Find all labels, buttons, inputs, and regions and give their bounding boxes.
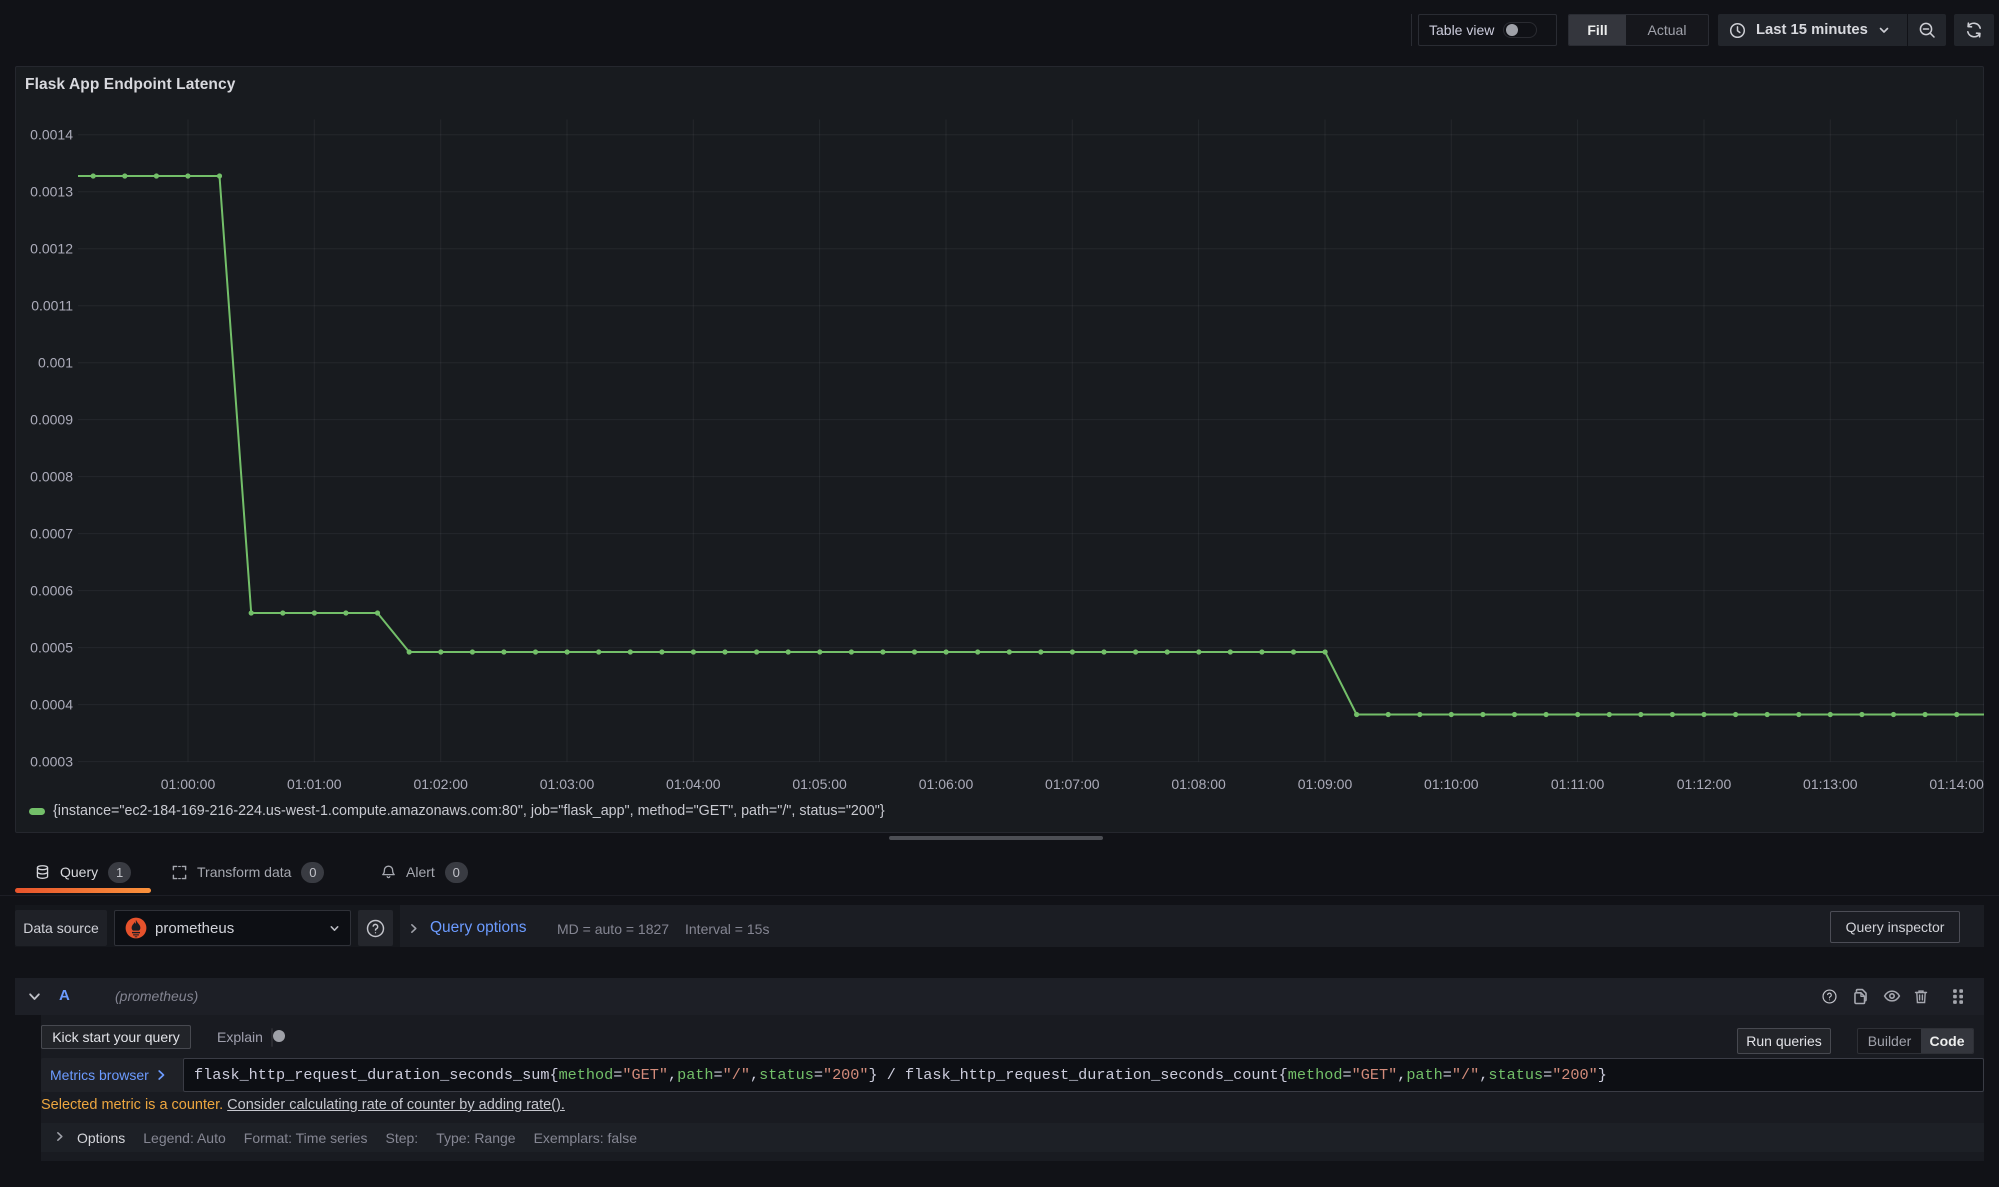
svg-text:01:03:00: 01:03:00 — [540, 776, 595, 792]
svg-text:0.0012: 0.0012 — [30, 240, 73, 256]
svg-text:01:00:00: 01:00:00 — [161, 776, 216, 792]
svg-text:01:06:00: 01:06:00 — [919, 776, 974, 792]
svg-text:0.0011: 0.0011 — [31, 297, 73, 313]
svg-text:01:10:00: 01:10:00 — [1424, 776, 1479, 792]
svg-text:01:08:00: 01:08:00 — [1171, 776, 1226, 792]
svg-text:0.0013: 0.0013 — [30, 183, 73, 199]
svg-text:0.0014: 0.0014 — [30, 126, 73, 142]
svg-text:01:13:00: 01:13:00 — [1803, 776, 1858, 792]
svg-text:01:05:00: 01:05:00 — [792, 776, 847, 792]
svg-text:01:14:00: 01:14:00 — [1929, 776, 1984, 792]
svg-text:0.0006: 0.0006 — [30, 582, 73, 598]
svg-text:0.0009: 0.0009 — [30, 411, 73, 427]
svg-text:0.001: 0.001 — [38, 354, 73, 370]
svg-text:0.0007: 0.0007 — [30, 525, 73, 541]
svg-text:01:04:00: 01:04:00 — [666, 776, 721, 792]
svg-text:01:12:00: 01:12:00 — [1677, 776, 1732, 792]
svg-text:01:02:00: 01:02:00 — [413, 776, 468, 792]
svg-text:0.0004: 0.0004 — [30, 696, 73, 712]
svg-text:01:01:00: 01:01:00 — [287, 776, 342, 792]
svg-text:01:07:00: 01:07:00 — [1045, 776, 1100, 792]
svg-text:0.0003: 0.0003 — [30, 753, 73, 769]
svg-text:01:09:00: 01:09:00 — [1298, 776, 1353, 792]
svg-text:01:11:00: 01:11:00 — [1551, 776, 1605, 792]
svg-text:0.0008: 0.0008 — [30, 468, 73, 484]
svg-text:0.0005: 0.0005 — [30, 639, 73, 655]
